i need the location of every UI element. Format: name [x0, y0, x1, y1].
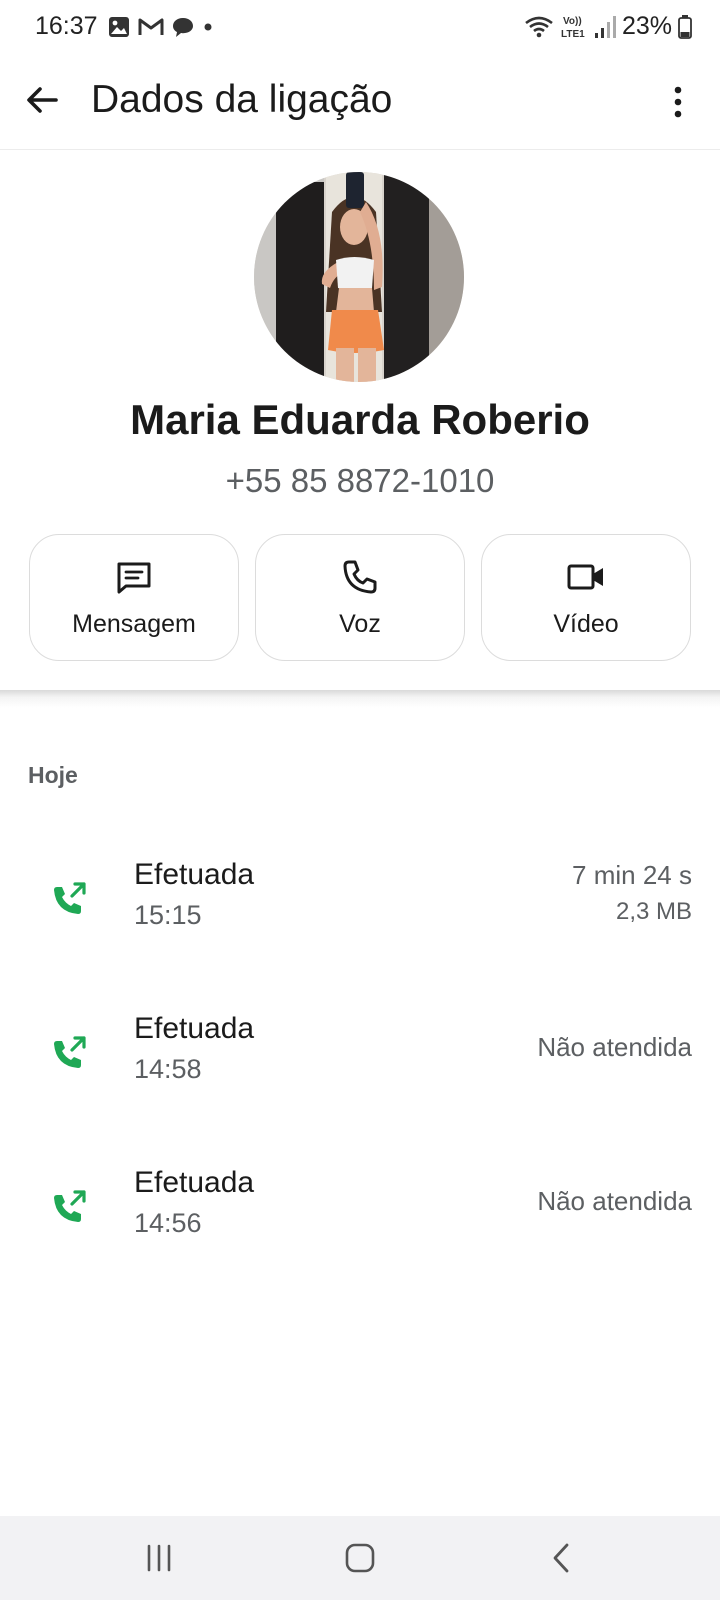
gmail-icon: [138, 18, 164, 35]
call-time: 14:56: [134, 1208, 202, 1238]
message-label: Mensagem: [72, 610, 196, 638]
call-type: Efetuada: [134, 858, 255, 891]
status-time: 16:37: [35, 12, 98, 40]
phone-icon: [343, 560, 377, 594]
wifi-icon: [525, 16, 553, 37]
message-icon: [117, 562, 151, 594]
dot-icon: [204, 23, 212, 31]
svg-text:LTE1: LTE1: [561, 29, 585, 40]
app-bar: Dados da ligação: [0, 54, 720, 150]
page-title: Dados da ligação: [91, 78, 393, 121]
call-type: Efetuada: [134, 1166, 255, 1199]
contact-phone: +55 85 8872-1010: [225, 462, 495, 499]
recent-apps-icon: [147, 1544, 171, 1572]
call-duration: 7 min 24 s: [572, 860, 692, 890]
voice-call-button[interactable]: Voz: [255, 534, 465, 661]
call-time: 15:15: [134, 900, 202, 930]
avatar[interactable]: [254, 172, 464, 382]
status-bar: 16:37 Vo)) LTE1 23%: [0, 0, 720, 54]
battery-icon: [678, 14, 692, 39]
avatar-photo: [254, 172, 464, 382]
more-vert-icon: [674, 86, 682, 118]
chat-bubble-icon: [173, 18, 193, 37]
voice-label: Voz: [339, 610, 381, 638]
video-label: Vídeo: [553, 610, 619, 638]
image-icon: [109, 17, 129, 37]
recent-apps-button[interactable]: [137, 1536, 181, 1580]
contact-name: Maria Eduarda Roberio: [130, 396, 590, 443]
call-row[interactable]: Efetuada 14:56 Não atendida: [0, 1166, 720, 1276]
video-call-button[interactable]: Vídeo: [481, 534, 691, 661]
home-icon: [345, 1543, 375, 1573]
section-divider: [0, 690, 720, 708]
signal-icon: [594, 15, 616, 38]
back-nav-icon: [553, 1543, 569, 1573]
volte-icon: Vo)) LTE1: [561, 16, 585, 40]
section-heading-today: Hoje: [28, 762, 78, 788]
more-options-button[interactable]: [666, 82, 690, 122]
call-row[interactable]: Efetuada 15:15 7 min 24 s 2,3 MB: [0, 858, 720, 968]
video-icon: [567, 564, 603, 590]
outgoing-call-icon: [54, 1036, 86, 1068]
home-button[interactable]: [338, 1536, 382, 1580]
call-data-size: 2,3 MB: [615, 898, 692, 925]
battery-percent: 23%: [621, 12, 672, 40]
navigation-bar: [0, 1516, 720, 1600]
svg-text:Vo)): Vo)): [563, 16, 582, 27]
outgoing-call-icon: [54, 1190, 86, 1222]
back-button[interactable]: [22, 80, 62, 120]
message-button[interactable]: Mensagem: [29, 534, 239, 661]
call-status: Não atendida: [537, 1186, 692, 1216]
arrow-left-icon: [27, 87, 58, 113]
call-type: Efetuada: [134, 1012, 255, 1045]
call-status: Não atendida: [537, 1032, 692, 1062]
call-row[interactable]: Efetuada 14:58 Não atendida: [0, 1012, 720, 1122]
back-nav-button[interactable]: [540, 1536, 584, 1580]
outgoing-call-icon: [54, 882, 86, 914]
call-time: 14:58: [134, 1054, 202, 1084]
